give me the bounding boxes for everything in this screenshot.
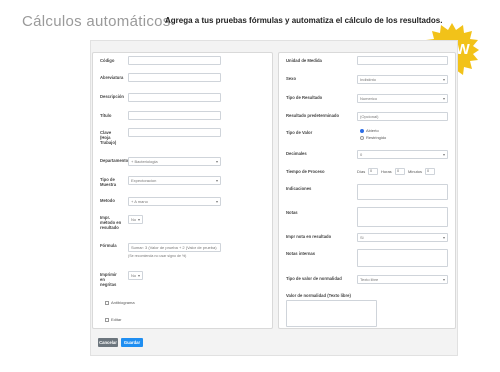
descripcion-input[interactable] [128, 93, 221, 102]
tipo-resultado-value: Numerico [360, 96, 378, 101]
tipo-normalidad-value: Texto libre [360, 277, 379, 282]
minutos-label: Minutos [408, 169, 423, 174]
indicaciones-label: Indicaciones [286, 186, 312, 191]
tipo-valor-label: Tipo de Valor [286, 130, 313, 135]
abierto-radio[interactable] [360, 129, 364, 133]
codigo-input[interactable] [128, 56, 221, 65]
tipo-resultado-select[interactable]: Numerico [357, 94, 448, 103]
page-title: Cálculos automáticos [22, 13, 171, 30]
tipo-resultado-label: Tipo de Resultado [286, 95, 323, 100]
impr-metodo-select[interactable]: No [128, 215, 143, 224]
decimales-label: Decimales [286, 151, 307, 156]
decimales-select[interactable]: 0 [357, 150, 448, 159]
restringido-radio[interactable] [360, 136, 364, 140]
tipo-muestra-value: Expectoracion [131, 178, 157, 183]
clave-label: Clave (Hoja Trabajo) [100, 130, 117, 145]
imprimir-negritas-value: No [131, 273, 137, 278]
resultado-pred-placeholder: (Opcional) [360, 114, 379, 119]
valor-normalidad-label: Valor de normalidad (Texto libre) [286, 293, 351, 298]
impr-metodo-value: No [131, 217, 137, 222]
formula-hint: (Se recomienda no usar signo de %) [128, 254, 187, 258]
minutos-select[interactable]: 0 [425, 168, 435, 175]
notas-internas-label: Notas internas [286, 251, 316, 256]
impr-nota-label: Impr nota en resultado [286, 234, 332, 239]
formula-placeholder: Sumar: 3 (Valor de prueba + 2 (Valor de … [131, 245, 217, 250]
notas-internas-textarea[interactable] [357, 249, 448, 267]
horas-select[interactable]: 0 [395, 168, 405, 175]
tipo-normalidad-select[interactable]: Texto libre [357, 275, 448, 284]
tipo-muestra-select[interactable]: Expectoracion [128, 176, 221, 185]
unidad-input[interactable] [357, 56, 448, 65]
tiempo-proceso-label: Tiempo de Proceso [286, 169, 325, 174]
editar-checkbox[interactable] [105, 318, 109, 322]
metodo-value: A mano [134, 199, 148, 204]
impr-metodo-label: Impr. método en resultado [100, 215, 122, 230]
sexo-value: Indistinto [360, 77, 377, 82]
save-button[interactable]: Guardar [121, 338, 143, 347]
sexo-label: Sexo [286, 76, 297, 81]
impr-nota-value: Si [360, 235, 364, 240]
cancel-button[interactable]: Cancelar [98, 338, 118, 347]
imprimir-negritas-select[interactable]: No [128, 271, 143, 280]
resultado-pred-input[interactable]: (Opcional) [357, 112, 448, 121]
notas-label: Notas [286, 210, 298, 215]
formula-label: Fórmula [100, 243, 117, 248]
departamento-label: Departamento [100, 158, 129, 163]
departamento-select[interactable]: + Bacteriologia [128, 157, 221, 166]
metodo-select[interactable]: + A mano [128, 197, 221, 206]
abierto-label: Abierto [366, 128, 379, 133]
metodo-label: Metodo [100, 198, 115, 203]
descripcion-label: Descripción [100, 94, 124, 99]
horas-label: Horas [381, 169, 392, 174]
titulo-input[interactable] [128, 111, 221, 120]
antibiograma-checkbox[interactable] [105, 301, 109, 305]
notas-textarea[interactable] [357, 207, 448, 227]
unidad-label: Unidad de Medida [286, 58, 322, 63]
dias-label: Días [357, 169, 366, 174]
decimales-value: 0 [360, 152, 363, 157]
editar-label: Editar [111, 317, 122, 322]
clave-input[interactable] [128, 128, 221, 137]
antibiograma-label: Antibiograma [111, 300, 135, 305]
tipo-normalidad-label: Tipo de valor de normalidad [286, 276, 342, 281]
restringido-label: Restringido [366, 135, 387, 140]
valor-normalidad-textarea[interactable] [286, 300, 377, 327]
abreviatura-input[interactable] [128, 73, 221, 82]
abreviatura-label: Abreviatura [100, 75, 124, 80]
imprimir-negritas-label: Imprimir en negritas [100, 272, 117, 287]
titulo-label: Título [100, 113, 112, 118]
codigo-label: Código [100, 58, 115, 63]
resultado-pred-label: Resultado predeterminado [286, 113, 340, 118]
indicaciones-textarea[interactable] [357, 184, 448, 200]
formula-input[interactable]: Sumar: 3 (Valor de prueba + 2 (Valor de … [128, 243, 221, 252]
sexo-select[interactable]: Indistinto [357, 75, 448, 84]
tipo-muestra-label: Tipo de Muestra [100, 177, 117, 187]
page-subtitle: Agrega a tus pruebas fórmulas y automati… [165, 16, 443, 25]
dias-select[interactable]: 0 [368, 168, 378, 175]
departamento-value: Bacteriologia [134, 159, 158, 164]
impr-nota-select[interactable]: Si [357, 233, 448, 242]
